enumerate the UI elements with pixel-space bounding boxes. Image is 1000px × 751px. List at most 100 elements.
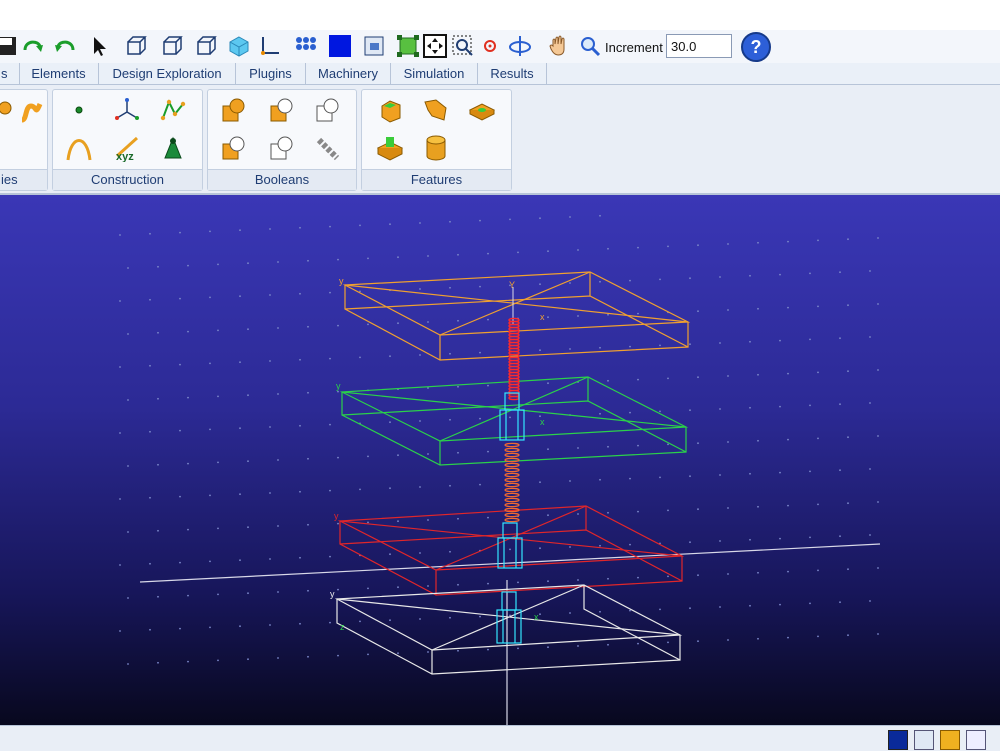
- grid-dot: [299, 424, 301, 427]
- grid-dot: [487, 516, 489, 519]
- boolean-merge-icon[interactable]: [220, 134, 248, 162]
- grid-dot: [839, 535, 841, 538]
- axes-icon[interactable]: [258, 34, 282, 58]
- tab-machinery[interactable]: Machinery: [306, 63, 391, 84]
- table-icon[interactable]: [966, 730, 986, 750]
- grid-dot: [787, 504, 789, 507]
- redo-icon[interactable]: [22, 34, 46, 58]
- grid-dot: [389, 619, 391, 622]
- zoom-box-icon[interactable]: [451, 34, 475, 58]
- view-front-icon[interactable]: [124, 34, 148, 58]
- undo-icon[interactable]: [52, 34, 76, 58]
- grid-dot: [247, 262, 249, 265]
- help-icon[interactable]: ?: [740, 31, 772, 63]
- grid-dot: [149, 298, 151, 301]
- boolean-intersect-icon[interactable]: [314, 96, 342, 124]
- tab-results[interactable]: Results: [478, 63, 547, 84]
- grid-dot: [127, 333, 129, 335]
- grid-dot: [449, 418, 451, 421]
- grid-dot: [247, 460, 249, 463]
- increment-input[interactable]: [666, 34, 732, 58]
- grid-dot: [719, 540, 721, 542]
- grid-dot: [209, 560, 211, 563]
- point-icon[interactable]: [65, 96, 93, 124]
- zoom-window-icon[interactable]: [362, 34, 386, 58]
- grid-dot: [779, 537, 781, 540]
- grid-dot: [727, 243, 729, 245]
- grid-dot: [697, 442, 699, 445]
- spring-coil: [504, 467, 520, 473]
- grid-dot: [757, 439, 759, 442]
- solid-primitive-icon[interactable]: [159, 134, 187, 162]
- view-shaded-icon[interactable]: [227, 34, 251, 58]
- spring-coil: [508, 395, 520, 401]
- grid-dot: [689, 607, 691, 610]
- hole-feature-icon[interactable]: [376, 134, 404, 162]
- grid-dot: [457, 583, 459, 586]
- view-iso-icon[interactable]: [194, 34, 218, 58]
- tab-plugins[interactable]: Plugins: [236, 63, 306, 84]
- axis-label-y: y: [339, 276, 344, 286]
- grid-dot: [779, 603, 781, 606]
- axes-toggle-icon[interactable]: [914, 730, 934, 750]
- render-mode-icon[interactable]: [940, 730, 960, 750]
- grid-dot: [809, 536, 811, 539]
- grid-dot: [727, 441, 729, 443]
- grid-dot: [149, 364, 151, 367]
- tab-design-exploration[interactable]: Design Exploration: [99, 63, 236, 84]
- chain-link-icon[interactable]: [314, 134, 342, 162]
- pocket-feature-icon[interactable]: [468, 96, 496, 124]
- coordinate-system-icon[interactable]: [113, 96, 141, 124]
- grid-dot: [307, 259, 309, 262]
- polyline-icon[interactable]: [159, 96, 187, 124]
- boolean-subtract-icon[interactable]: [268, 96, 296, 124]
- tab-partial[interactable]: s: [0, 63, 20, 84]
- rotate-icon[interactable]: [508, 34, 532, 58]
- grid-dot: [149, 562, 151, 565]
- sweep-icon[interactable]: [17, 98, 45, 126]
- grid-dot: [839, 403, 841, 406]
- grid-dot: [299, 490, 301, 493]
- grid-dot: [607, 379, 609, 382]
- boolean-split-icon[interactable]: [268, 134, 296, 162]
- grid-dot: [809, 338, 811, 341]
- pan-hand-icon[interactable]: [547, 34, 571, 58]
- arc-icon[interactable]: [65, 134, 93, 162]
- axis-label-y: y: [336, 381, 341, 391]
- tab-simulation[interactable]: Simulation: [391, 63, 478, 84]
- grid-dot: [329, 555, 331, 558]
- select-arrow-icon[interactable]: [88, 34, 112, 58]
- grid-snap-icon[interactable]: [294, 34, 318, 58]
- target-icon[interactable]: [478, 34, 502, 58]
- grid-dot: [307, 589, 309, 592]
- fit-all-icon[interactable]: [396, 34, 420, 58]
- grid-dot: [719, 606, 721, 608]
- grid-dot: [419, 486, 421, 488]
- chamfer-feature-icon[interactable]: [422, 96, 450, 124]
- save-icon[interactable]: [0, 34, 18, 58]
- grid-dot: [157, 331, 159, 334]
- grid-dot: [359, 224, 361, 227]
- tab-elements[interactable]: Elements: [19, 63, 99, 84]
- grid-dot: [179, 561, 181, 564]
- grid-dot: [577, 513, 579, 515]
- grid-dot: [487, 450, 489, 453]
- move-icon[interactable]: [423, 34, 447, 58]
- view-mode-icon[interactable]: [888, 730, 908, 750]
- grid-dot: [457, 319, 459, 322]
- grid-dot: [277, 327, 279, 329]
- boolean-union-icon[interactable]: [220, 96, 248, 124]
- grid-dot: [329, 423, 331, 426]
- extrude-feature-icon[interactable]: [376, 96, 404, 124]
- 3d-viewport[interactable]: y y y y x x x z Y: [0, 195, 1000, 725]
- grid-dot: [479, 219, 481, 222]
- xyz-line-icon[interactable]: xyz: [113, 134, 141, 162]
- color-square-icon[interactable]: [328, 34, 352, 58]
- view-side-icon[interactable]: [160, 34, 184, 58]
- spring-coil: [504, 457, 520, 463]
- grid-dot: [779, 405, 781, 408]
- cylinder-feature-icon[interactable]: [422, 134, 450, 162]
- zoom-icon[interactable]: [578, 34, 602, 58]
- grid-dot: [547, 514, 549, 517]
- grid-dot: [719, 342, 721, 344]
